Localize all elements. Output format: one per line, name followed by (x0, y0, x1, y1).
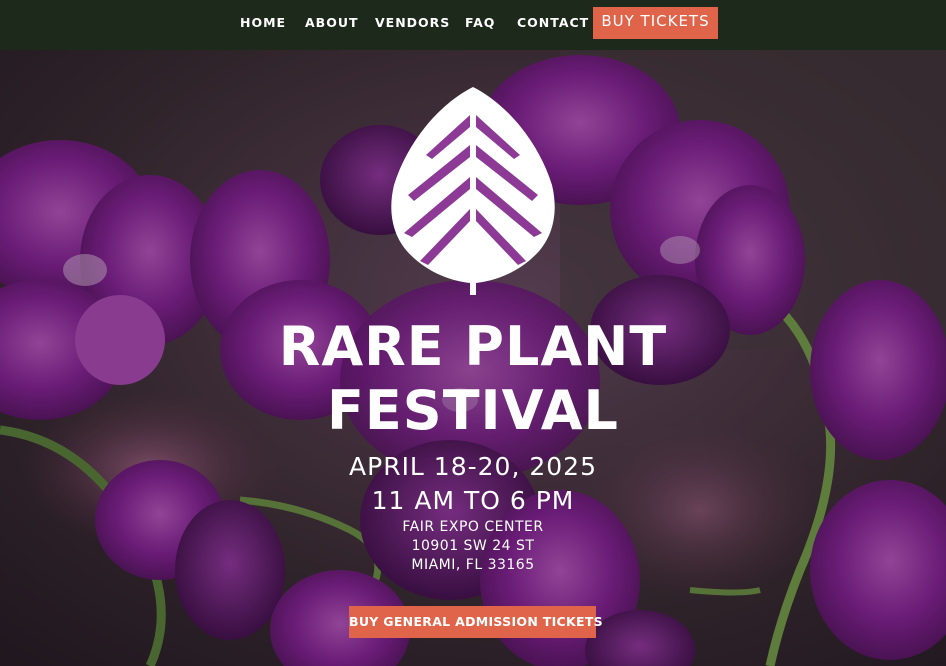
buy-tickets-button[interactable]: BUY TICKETS (593, 7, 718, 39)
event-dates: APRIL 18-20, 2025 (349, 452, 597, 481)
hero-section: RARE PLANT FESTIVAL APRIL 18-20, 2025 11… (0, 50, 946, 666)
venue-street: 10901 SW 24 ST (411, 538, 535, 554)
nav-link-about[interactable]: ABOUT (305, 15, 359, 30)
festival-title-line-1: RARE PLANT (278, 315, 668, 378)
nav-link-contact[interactable]: CONTACT (517, 15, 589, 30)
buy-general-admission-button[interactable]: BUY GENERAL ADMISSION TICKETS (349, 606, 603, 638)
monstera-leaf-icon (391, 87, 555, 295)
nav-link-home[interactable]: HOME (240, 15, 286, 30)
event-hours: 11 AM TO 6 PM (371, 486, 575, 515)
nav-link-faq[interactable]: FAQ (465, 15, 495, 30)
nav-link-vendors[interactable]: VENDORS (375, 15, 450, 30)
festival-title-line-2: FESTIVAL (327, 379, 619, 442)
top-navbar: HOME ABOUT VENDORS FAQ CONTACT BUY TICKE… (0, 0, 946, 50)
venue-name: FAIR EXPO CENTER (402, 519, 544, 535)
venue-city: MIAMI, FL 33165 (411, 557, 535, 573)
